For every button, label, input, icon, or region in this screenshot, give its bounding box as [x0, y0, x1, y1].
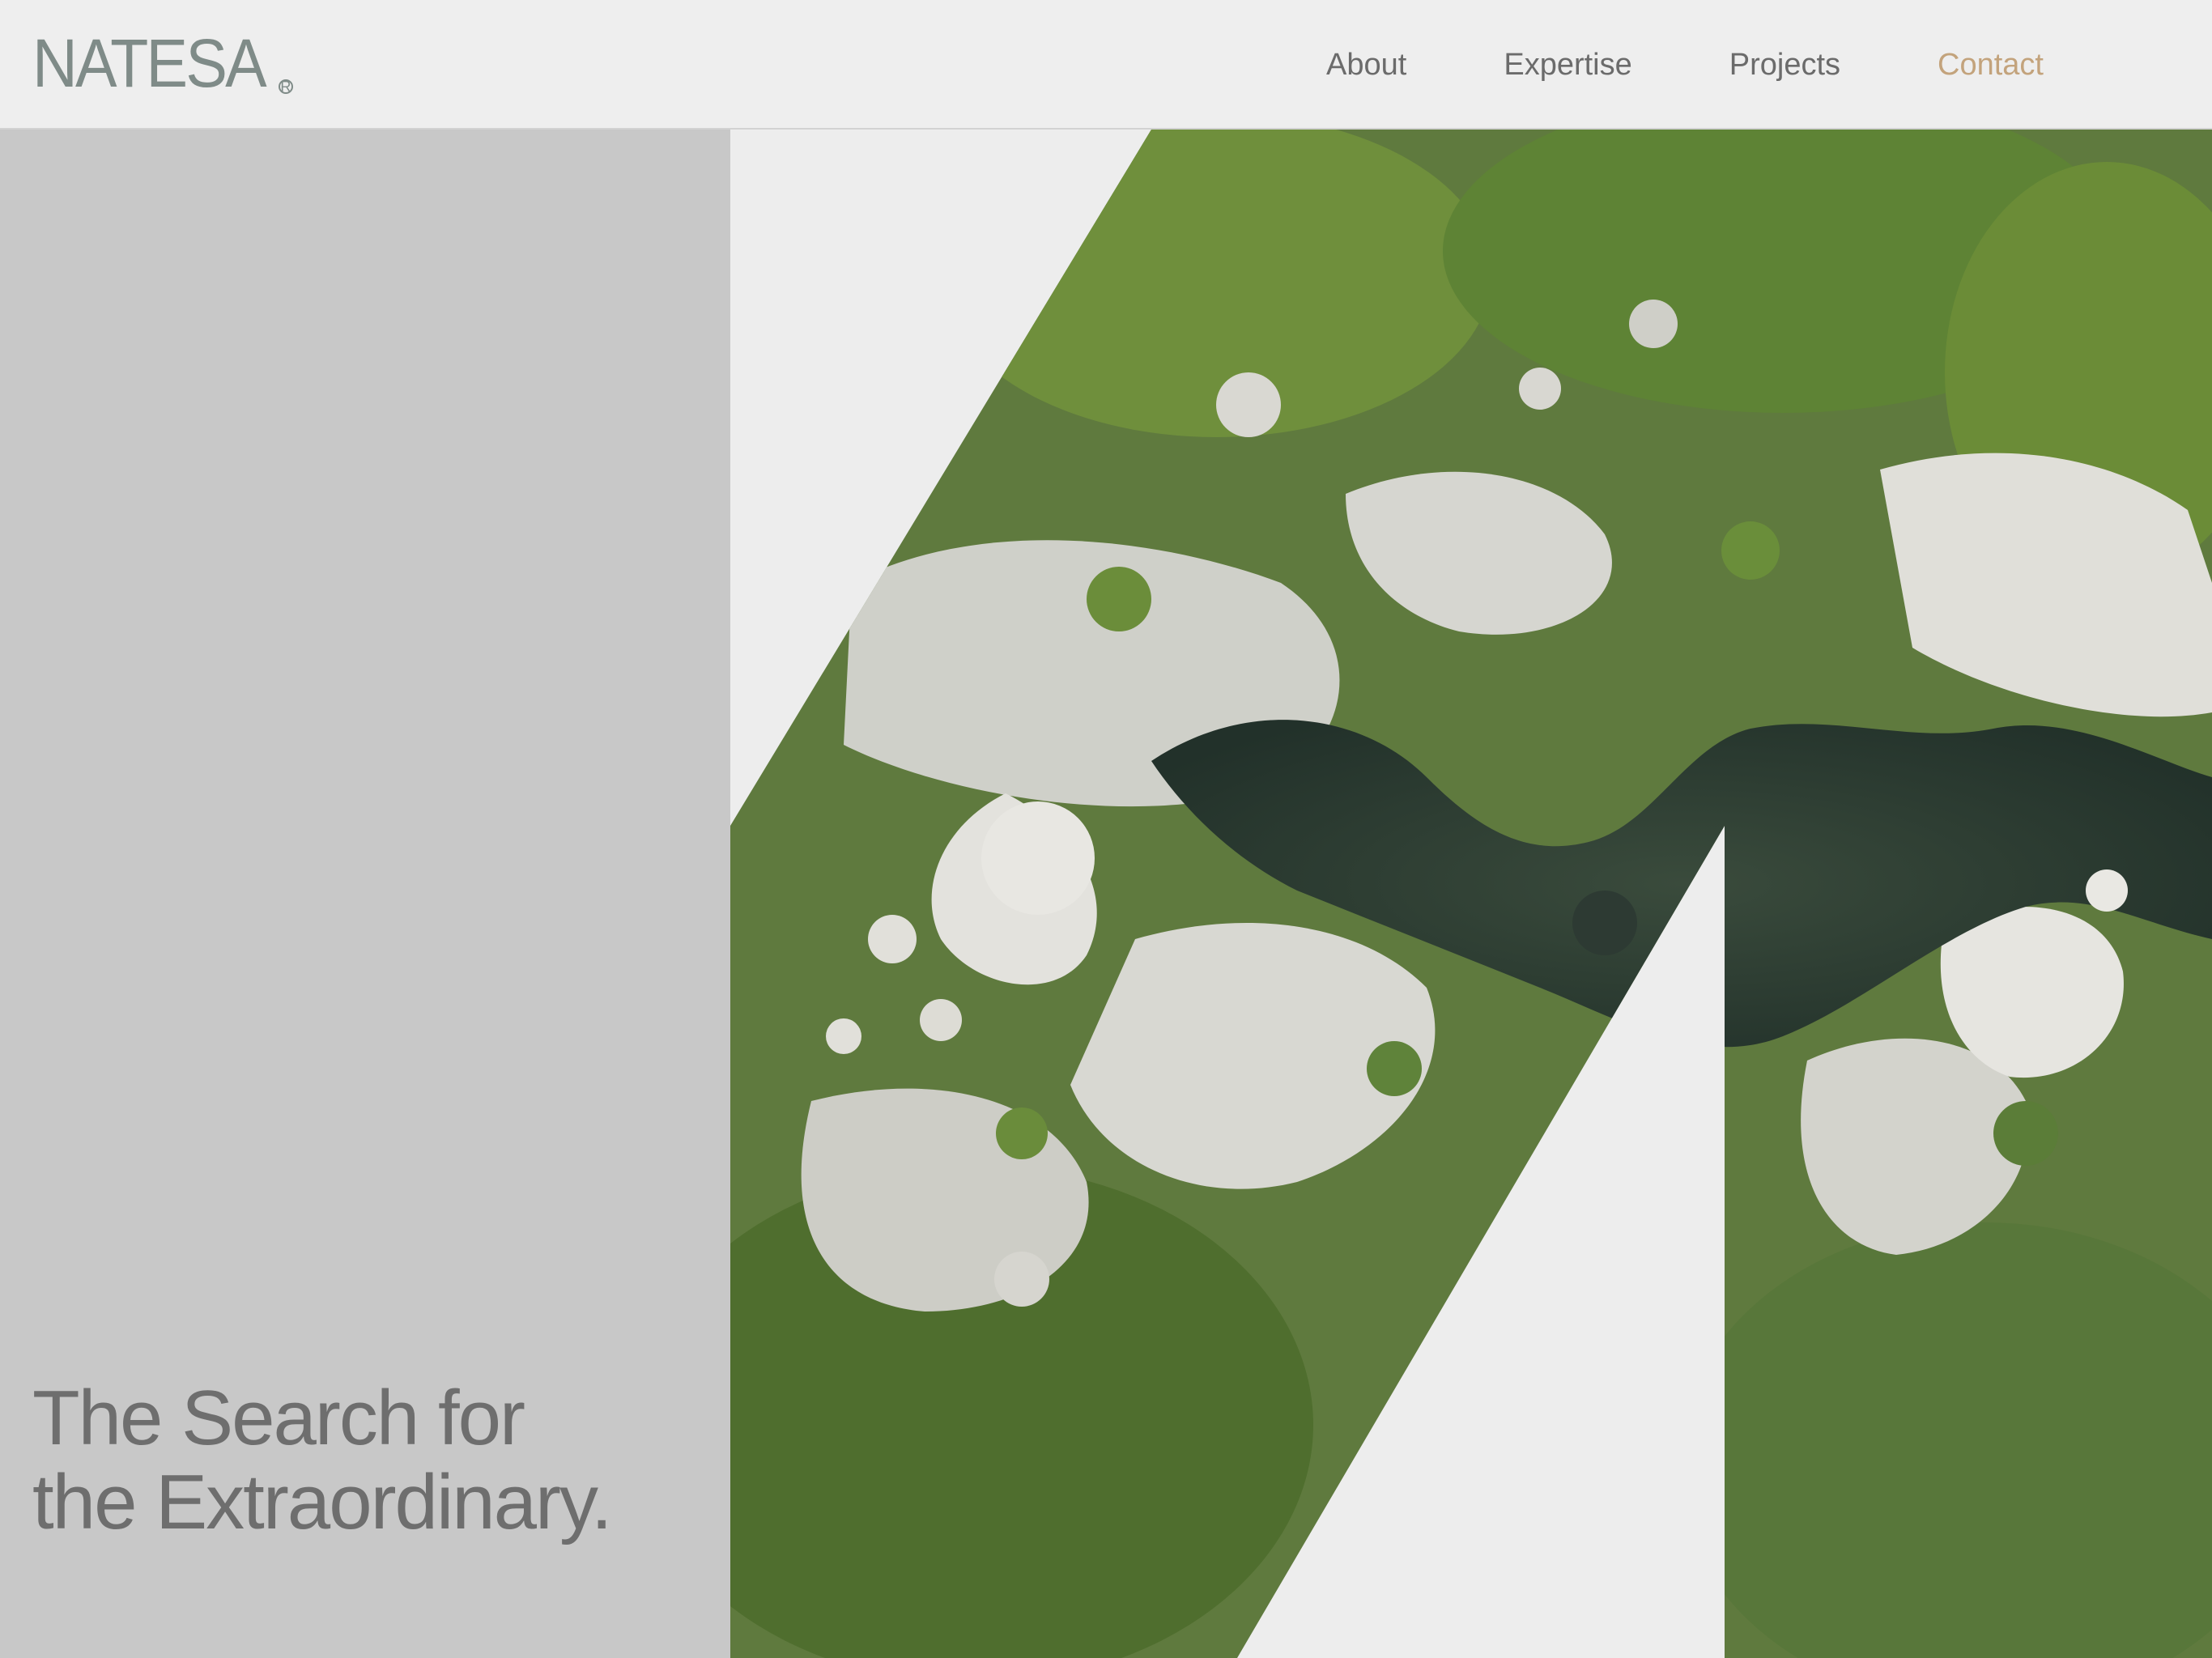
main-nav: About Expertise Projects Contact: [1326, 42, 2044, 87]
hero-headline-line-2: the Extraordinary.: [32, 1459, 613, 1545]
nav-expertise-link[interactable]: Expertise: [1504, 42, 1631, 87]
registered-mark-icon: R: [278, 79, 293, 94]
hero-headline: The Search for the Extraordinary.: [32, 1375, 613, 1545]
nav-about-link[interactable]: About: [1326, 42, 1406, 87]
nav-projects-link[interactable]: Projects: [1729, 42, 1840, 87]
site-header: NATESA R About Expertise Projects Contac…: [0, 0, 2212, 130]
brand-logo[interactable]: NATESA R: [32, 24, 293, 97]
aerial-river-canyon-photo: [730, 130, 2212, 1658]
nav-contact-link[interactable]: Contact: [1938, 42, 2044, 87]
hero-headline-line-1: The Search for: [32, 1375, 525, 1461]
brand-name: NATESA: [32, 25, 267, 101]
hero-image: [730, 130, 2212, 1658]
